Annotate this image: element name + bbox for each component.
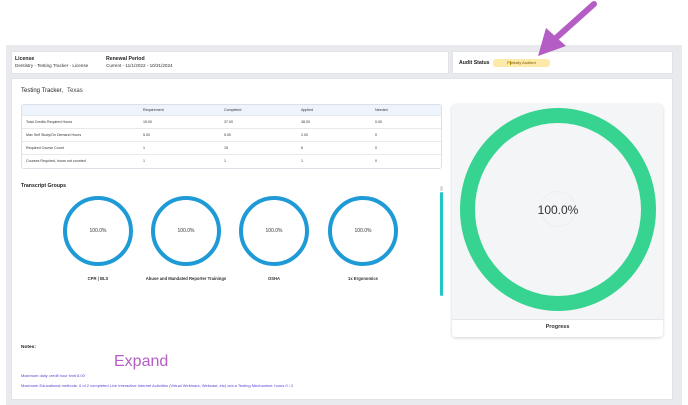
- table-row: Required Course Count 1 15 8 0: [22, 142, 441, 155]
- progress-label: Progress: [545, 324, 570, 330]
- table-cell: Required Course Count: [26, 146, 64, 150]
- abuse-reporter-percent: 100.0%: [177, 228, 195, 234]
- transcript-groups-title: Transcript Groups: [21, 183, 66, 189]
- scrollbar-track: [440, 186, 443, 191]
- renewal-value: Current - 11/1/2022 - 10/31/2024: [106, 63, 173, 68]
- audit-status-badge[interactable]: Partially Audited: [493, 59, 550, 67]
- audit-status-label: Audit Status: [459, 60, 490, 66]
- notes-title: Notes:: [21, 345, 36, 350]
- table-cell: Max Self Study/On Demand Hours: [26, 133, 82, 137]
- table-cell: 5.00: [143, 133, 150, 137]
- column-header: Needed: [375, 108, 388, 112]
- table-cell: 15.00: [143, 120, 152, 124]
- note-educational-methods[interactable]: Maximum Educational methods: 0 of 2 comp…: [21, 383, 293, 388]
- table-row: Max Self Study/On Demand Hours 5.00 5.00…: [22, 129, 441, 142]
- table-cell: 38.00: [301, 120, 310, 124]
- column-header: Requirement: [143, 108, 164, 112]
- table-cell: 1: [143, 159, 145, 163]
- table-row: Courses Required, hours not counted 1 1 …: [22, 155, 441, 168]
- table-header-row: Requirement Completed Applied Needed: [22, 105, 441, 116]
- note-daily-limit[interactable]: Maximum daily credit hour limit 8.00: [21, 373, 85, 378]
- table-cell: 5.00: [224, 133, 231, 137]
- column-header: Applied: [301, 108, 313, 112]
- table-cell: 1: [143, 146, 145, 150]
- table-cell: 8: [301, 146, 303, 150]
- tracker-title: Testing Tracker, Texas: [21, 88, 83, 94]
- table-row: Total Credits Required Hours 15.00 37.00…: [22, 116, 441, 129]
- tracker-title-text: Testing Tracker,: [21, 88, 64, 94]
- cpr-bls-percent: 100.0%: [89, 228, 107, 234]
- table-cell: Total Credits Required Hours: [26, 120, 73, 124]
- table-cell: 2.00: [301, 133, 308, 137]
- table-cell: Courses Required, hours not counted: [26, 159, 86, 163]
- scrollbar-thumb[interactable]: [440, 192, 443, 296]
- license-value: Dentistry - Testing Tracker - License: [15, 63, 89, 68]
- table-cell: 1: [224, 159, 226, 163]
- osha-label: OSHA: [267, 276, 281, 281]
- tracker-state: Texas: [67, 88, 83, 94]
- expand-annotation[interactable]: Expand: [114, 353, 168, 371]
- ergonomics-percent: 100.0%: [354, 228, 372, 234]
- overall-progress-percent: 100.0%: [537, 203, 579, 217]
- table-cell: 1: [301, 159, 303, 163]
- annotation-arrow-icon: [538, 1, 597, 56]
- table-cell: 0: [375, 159, 377, 163]
- cpr-bls-label: CPR | BLS: [87, 276, 109, 281]
- table-cell: 0: [375, 146, 377, 150]
- column-header: Completed: [224, 108, 242, 112]
- tracker-table: Requirement Completed Applied Needed Tot…: [21, 104, 442, 169]
- table-cell: 37.00: [224, 120, 233, 124]
- table-cell: 0: [375, 133, 377, 137]
- license-label: License: [15, 56, 35, 62]
- table-cell: 15: [224, 146, 228, 150]
- renewal-label: Renewal Period: [106, 56, 145, 62]
- abuse-reporter-label: Abuse and Mandated Reporter Trainings: [145, 276, 227, 281]
- ergonomics-label: 1x Ergonomics: [347, 276, 379, 281]
- table-cell: 0.00: [375, 120, 382, 124]
- osha-percent: 100.0%: [265, 228, 283, 234]
